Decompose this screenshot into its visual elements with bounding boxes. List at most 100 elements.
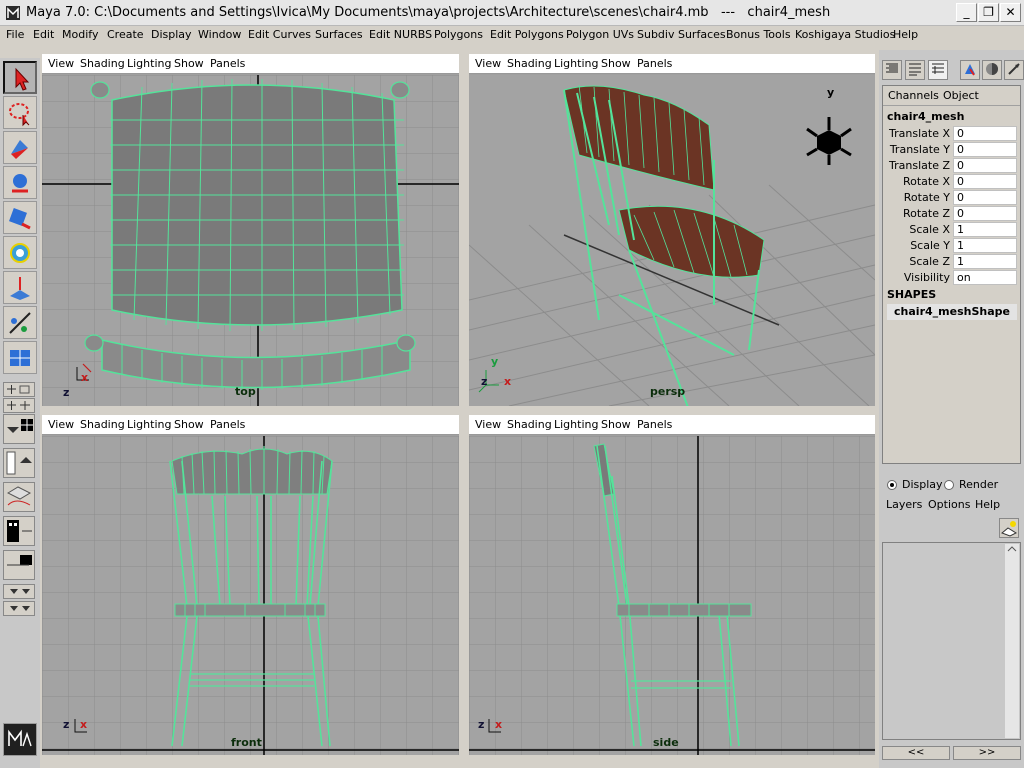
- vp-menu-show[interactable]: Show: [601, 57, 631, 70]
- scale-tool-button[interactable]: [3, 236, 37, 269]
- attr-value-field[interactable]: 1: [953, 222, 1017, 237]
- vp-menu-view[interactable]: View: [475, 57, 501, 70]
- layer-menu-layers[interactable]: Layers: [886, 498, 922, 511]
- display-radio[interactable]: [887, 480, 897, 490]
- viewport-top[interactable]: View Shading Lighting Show Panels top z …: [42, 54, 459, 406]
- close-button[interactable]: ✕: [1000, 3, 1021, 22]
- layer-next-button[interactable]: >>: [953, 746, 1021, 760]
- paint-effects-button[interactable]: [960, 60, 980, 80]
- vp-menu-shading[interactable]: Shading: [80, 418, 125, 431]
- attr-scale-x[interactable]: Scale X1: [883, 222, 1020, 238]
- viewport-persp[interactable]: View Shading Lighting Show Panels persp …: [469, 54, 875, 406]
- menu-file[interactable]: File: [6, 28, 24, 41]
- attr-translate-z[interactable]: Translate Z0: [883, 158, 1020, 174]
- menu-edit-curves[interactable]: Edit Curves: [248, 28, 311, 41]
- viewport-persp-canvas[interactable]: persp y z x y: [469, 75, 875, 406]
- script-layout-button[interactable]: [3, 550, 35, 580]
- viewport-top-canvas[interactable]: top z x: [42, 75, 459, 406]
- attr-rotate-x[interactable]: Rotate X0: [883, 174, 1020, 190]
- attr-rotate-y[interactable]: Rotate Y0: [883, 190, 1020, 206]
- viewport-side[interactable]: View Shading Lighting Show Panels side z…: [469, 415, 875, 755]
- attr-translate-y[interactable]: Translate Y0: [883, 142, 1020, 158]
- outliner-layout-button[interactable]: [3, 448, 35, 478]
- hypergraph-layout-button[interactable]: [3, 516, 35, 546]
- attr-value-field[interactable]: 0: [953, 190, 1017, 205]
- channel-box-menu-channels[interactable]: Channels: [888, 89, 939, 102]
- selected-object-name[interactable]: chair4_mesh: [887, 110, 964, 123]
- vp-menu-shading[interactable]: Shading: [507, 57, 552, 70]
- menu-polygon-uvs[interactable]: Polygon UVs: [566, 28, 634, 41]
- menu-edit-nurbs[interactable]: Edit NURBS: [369, 28, 432, 41]
- select-tool-button[interactable]: [3, 61, 37, 94]
- vp-menu-shading[interactable]: Shading: [507, 418, 552, 431]
- vp-menu-shading[interactable]: Shading: [80, 57, 125, 70]
- attr-scale-z[interactable]: Scale Z1: [883, 254, 1020, 270]
- maximize-button[interactable]: ❐: [978, 3, 999, 22]
- minimize-button[interactable]: _: [956, 3, 977, 22]
- attr-translate-x[interactable]: Translate X0: [883, 126, 1020, 142]
- layer-menu-options[interactable]: Options: [928, 498, 970, 511]
- attr-value-field[interactable]: 0: [953, 158, 1017, 173]
- attr-scale-y[interactable]: Scale Y1: [883, 238, 1020, 254]
- menu-create[interactable]: Create: [107, 28, 144, 41]
- layer-menu-help[interactable]: Help: [975, 498, 1000, 511]
- attr-value-field[interactable]: 0: [953, 142, 1017, 157]
- soft-mod-tool-button[interactable]: [3, 306, 37, 339]
- vp-menu-view[interactable]: View: [48, 418, 74, 431]
- attr-value-field[interactable]: on: [953, 270, 1017, 285]
- vp-menu-panels[interactable]: Panels: [210, 57, 245, 70]
- graph-layout-button[interactable]: [3, 482, 35, 512]
- menu-modify[interactable]: Modify: [62, 28, 98, 41]
- vp-menu-show[interactable]: Show: [174, 418, 204, 431]
- channel-box-mode-button[interactable]: [882, 60, 902, 80]
- attr-value-field[interactable]: 0: [953, 174, 1017, 189]
- toolbox-arrow-2[interactable]: [3, 601, 35, 616]
- attr-value-field[interactable]: 0: [953, 126, 1017, 141]
- viewport-side-canvas[interactable]: side z x: [469, 436, 875, 755]
- channel-box-menu-object[interactable]: Object: [943, 89, 979, 102]
- move-tool-button[interactable]: [3, 166, 37, 199]
- attr-rotate-z[interactable]: Rotate Z0: [883, 206, 1020, 222]
- shape-node-item[interactable]: chair4_meshShape: [887, 304, 1017, 320]
- vp-menu-panels[interactable]: Panels: [637, 418, 672, 431]
- attr-value-field[interactable]: 0: [953, 206, 1017, 221]
- attr-value-field[interactable]: 1: [953, 254, 1017, 269]
- render-radio[interactable]: [944, 480, 954, 490]
- new-layer-button[interactable]: [999, 518, 1019, 538]
- vp-menu-view[interactable]: View: [475, 418, 501, 431]
- layer-list[interactable]: [882, 542, 1021, 740]
- attr-visibility[interactable]: Visibility on: [883, 270, 1020, 286]
- menu-display[interactable]: Display: [151, 28, 192, 41]
- layout-panes-button[interactable]: [3, 414, 35, 444]
- vp-menu-lighting[interactable]: Lighting: [127, 418, 171, 431]
- vp-menu-show[interactable]: Show: [174, 57, 204, 70]
- attribute-editor-mode-button[interactable]: [905, 60, 925, 80]
- vp-menu-view[interactable]: View: [48, 57, 74, 70]
- layer-prev-button[interactable]: <<: [882, 746, 950, 760]
- menu-bonus-tools[interactable]: Bonus Tools: [726, 28, 791, 41]
- rotate-tool-button[interactable]: [3, 201, 37, 234]
- menu-subdiv-surfaces[interactable]: Subdiv Surfaces: [637, 28, 726, 41]
- vp-menu-show[interactable]: Show: [601, 418, 631, 431]
- maya-app-icon[interactable]: [6, 6, 20, 20]
- manipulator-tool-button[interactable]: [3, 271, 37, 304]
- toolbox-arrow-1[interactable]: [3, 584, 35, 599]
- viewport-front[interactable]: View Shading Lighting Show Panels front: [42, 415, 459, 755]
- vp-menu-panels[interactable]: Panels: [637, 57, 672, 70]
- menu-window[interactable]: Window: [198, 28, 241, 41]
- menu-koshigaya-studios[interactable]: Koshigaya Studios: [795, 28, 895, 41]
- vp-menu-panels[interactable]: Panels: [210, 418, 245, 431]
- layer-list-scrollbar[interactable]: [1005, 544, 1019, 738]
- menu-edit[interactable]: Edit: [33, 28, 54, 41]
- layout-four-button[interactable]: [3, 398, 35, 413]
- menu-polygons[interactable]: Polygons: [434, 28, 483, 41]
- paint-select-tool-button[interactable]: [3, 131, 37, 164]
- render-view-button[interactable]: [982, 60, 1002, 80]
- attr-value-field[interactable]: 1: [953, 238, 1017, 253]
- vp-menu-lighting[interactable]: Lighting: [554, 57, 598, 70]
- vp-menu-lighting[interactable]: Lighting: [554, 418, 598, 431]
- show-manipulator-tool-button[interactable]: [3, 341, 37, 374]
- lasso-tool-button[interactable]: [3, 96, 37, 129]
- menu-surfaces[interactable]: Surfaces: [315, 28, 363, 41]
- layout-single-button[interactable]: [3, 382, 35, 397]
